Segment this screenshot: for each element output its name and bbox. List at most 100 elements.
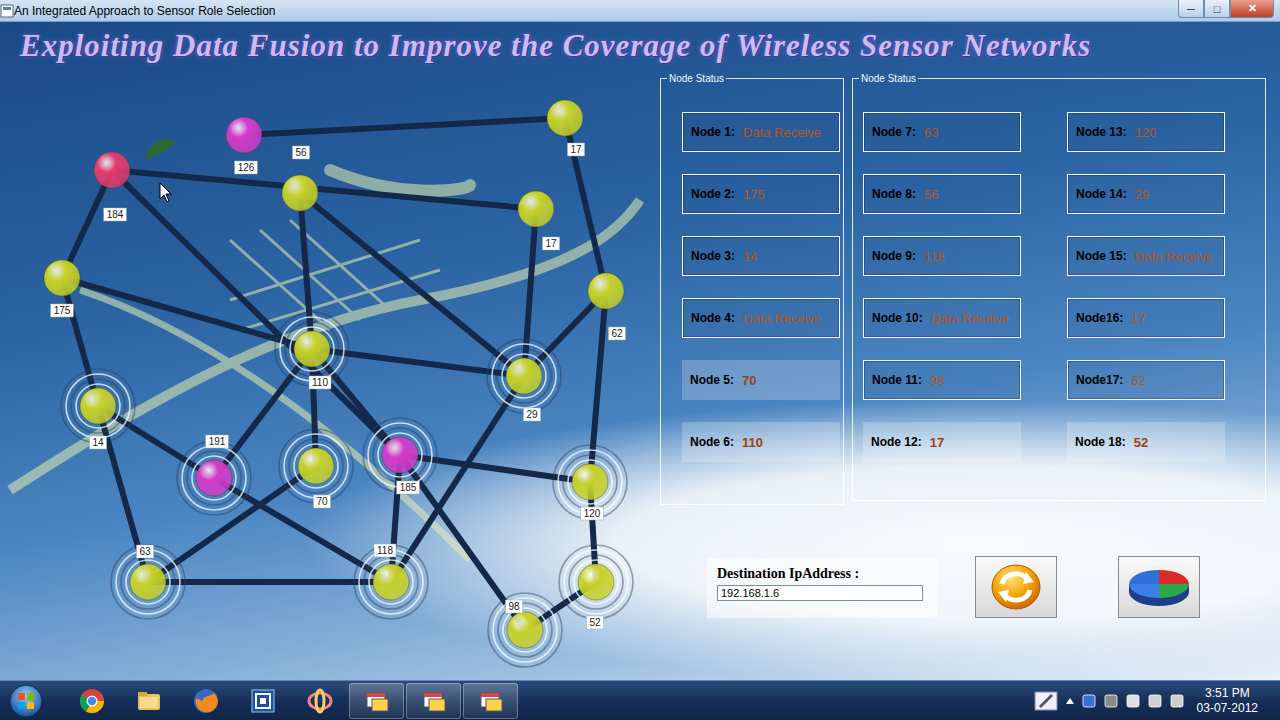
sensor-node[interactable]: 17 (518, 191, 560, 250)
node-status-item: Node 13:120 (1067, 112, 1225, 152)
node-name: Node17: (1076, 373, 1123, 387)
node-dot (80, 388, 116, 424)
sensor-node[interactable]: 191 (177, 435, 251, 515)
sensor-node[interactable]: 110 (275, 312, 349, 389)
node-status-group: Node StatusNode 1:Data ReceiveNode 2:175… (660, 73, 844, 505)
node-name: Node 10: (872, 311, 923, 325)
sensor-node[interactable]: 126 (226, 117, 262, 174)
sensor-node[interactable]: 56 (282, 146, 318, 211)
sensor-node[interactable]: 70 (279, 429, 353, 508)
window-title: An Integrated Approach to Sensor Role Se… (14, 4, 1178, 18)
node-label: 29 (526, 409, 538, 420)
taskbar-button[interactable] (463, 683, 518, 719)
node-value: 110 (742, 435, 763, 450)
node-label: 185 (400, 482, 417, 493)
node-value: 14 (743, 249, 757, 264)
taskbar-button[interactable] (349, 683, 404, 719)
sensor-node[interactable]: 62 (588, 273, 626, 340)
node-label: 126 (238, 162, 255, 173)
node-value: Data Receive (1135, 249, 1213, 264)
taskbar-button[interactable] (406, 683, 461, 719)
network-link (214, 478, 391, 582)
network-diagram: 184 126 56 17 17 175 62 110 29 14 191 70 185 120 63 118… (0, 70, 650, 680)
volume-icon (1169, 693, 1185, 709)
taskbar-button[interactable] (178, 683, 233, 719)
maximize-button[interactable]: □ (1204, 0, 1230, 18)
node-label: 56 (295, 147, 307, 158)
node-status-item: Node 1:Data Receive (682, 112, 840, 152)
node-name: Node 11: (872, 373, 922, 387)
close-button[interactable]: ✕ (1230, 0, 1274, 18)
node-status-item: Node16:17 (1067, 298, 1225, 338)
node-label: 70 (316, 496, 328, 507)
signal-rings (553, 445, 627, 519)
taskbar-button[interactable] (235, 683, 290, 719)
sensor-node[interactable]: 184 (94, 152, 130, 221)
node-status-item: Node 18:52 (1067, 422, 1225, 462)
node-name: Node 13: (1076, 125, 1127, 139)
sensor-node[interactable]: 52 (559, 545, 633, 629)
node-dot (226, 117, 262, 153)
node-value: Data Receive (743, 311, 821, 326)
node-status-group: Node StatusNode 7:63Node 8:56Node 9:118N… (852, 73, 1266, 501)
sensor-node[interactable]: 120 (553, 445, 627, 520)
sensor-node[interactable]: 118 (354, 544, 428, 619)
node-status-item: Node 5:70 (682, 360, 840, 400)
chrome-icon (78, 687, 106, 715)
sensor-node[interactable]: 98 (488, 593, 562, 667)
refresh-button[interactable] (975, 556, 1057, 618)
status-panels: Node StatusNode 1:Data ReceiveNode 2:175… (660, 73, 1266, 505)
network-link (391, 455, 400, 582)
node-dot (506, 358, 542, 394)
node-status-item: Node 12:17 (863, 422, 1021, 462)
start-button[interactable] (6, 683, 46, 719)
sensor-node[interactable]: 29 (487, 339, 561, 421)
sensor-node[interactable]: 17 (547, 100, 585, 156)
refresh-icon (986, 562, 1046, 612)
destination-input[interactable] (717, 585, 923, 601)
network-link (244, 118, 565, 135)
network-link (214, 349, 312, 478)
pen-icon (1033, 688, 1059, 714)
node-name: Node 9: (872, 249, 916, 263)
main-area: Exploiting Data Fusion to Improve the Co… (0, 22, 1280, 680)
node-name: Node 1: (691, 125, 735, 139)
minimize-button[interactable]: ─ (1178, 0, 1204, 18)
main-row: 184 126 56 17 17 175 62 110 29 14 191 70 185 120 63 118… (0, 70, 1280, 680)
node-status-item: Node 7:63 (863, 112, 1021, 152)
taskbar-pins (64, 683, 518, 719)
sensor-node[interactable]: 175 (44, 260, 80, 317)
network-link (62, 278, 312, 349)
taskbar-button[interactable] (292, 683, 347, 719)
signal-rings (279, 429, 353, 503)
node-name: Node 14: (1076, 187, 1127, 201)
clock-date: 03-07-2012 (1197, 701, 1258, 716)
taskbar-button[interactable] (64, 683, 119, 719)
group-title: Node Status (667, 73, 726, 84)
node-value: 118 (924, 249, 945, 264)
node-status-item: Node 15:Data Receive (1067, 236, 1225, 276)
node-label: 62 (611, 328, 623, 339)
node-label: 52 (589, 617, 601, 628)
node-name: Node 3: (691, 249, 735, 263)
node-label: 110 (312, 377, 328, 388)
node-name: Node 5: (690, 373, 734, 387)
destination-label: Destination IpAddress : (717, 566, 927, 582)
taskbar-button[interactable] (121, 683, 176, 719)
node-dot (547, 100, 583, 136)
node-value: 56 (924, 187, 938, 202)
node-status-item: Node 9: 118 (863, 236, 1021, 276)
status-area: Node StatusNode 1:Data ReceiveNode 2:175… (650, 70, 1266, 680)
sensor-node[interactable]: 14 (61, 369, 135, 449)
app-icon (0, 4, 14, 18)
node-value: 175 (743, 187, 765, 202)
node-value: 62 (1131, 373, 1145, 388)
taskbar: 3:51 PM03-07-2012 (0, 680, 1280, 720)
node-name: Node 4: (691, 311, 735, 325)
node-status-item: Node 2:175 (682, 174, 840, 214)
chart-button[interactable] (1118, 556, 1200, 618)
sensor-node[interactable]: 63 (111, 545, 185, 619)
node-name: Node 12: (871, 435, 922, 449)
node-dot (507, 612, 543, 648)
sensor-node[interactable]: 185 (363, 418, 437, 494)
